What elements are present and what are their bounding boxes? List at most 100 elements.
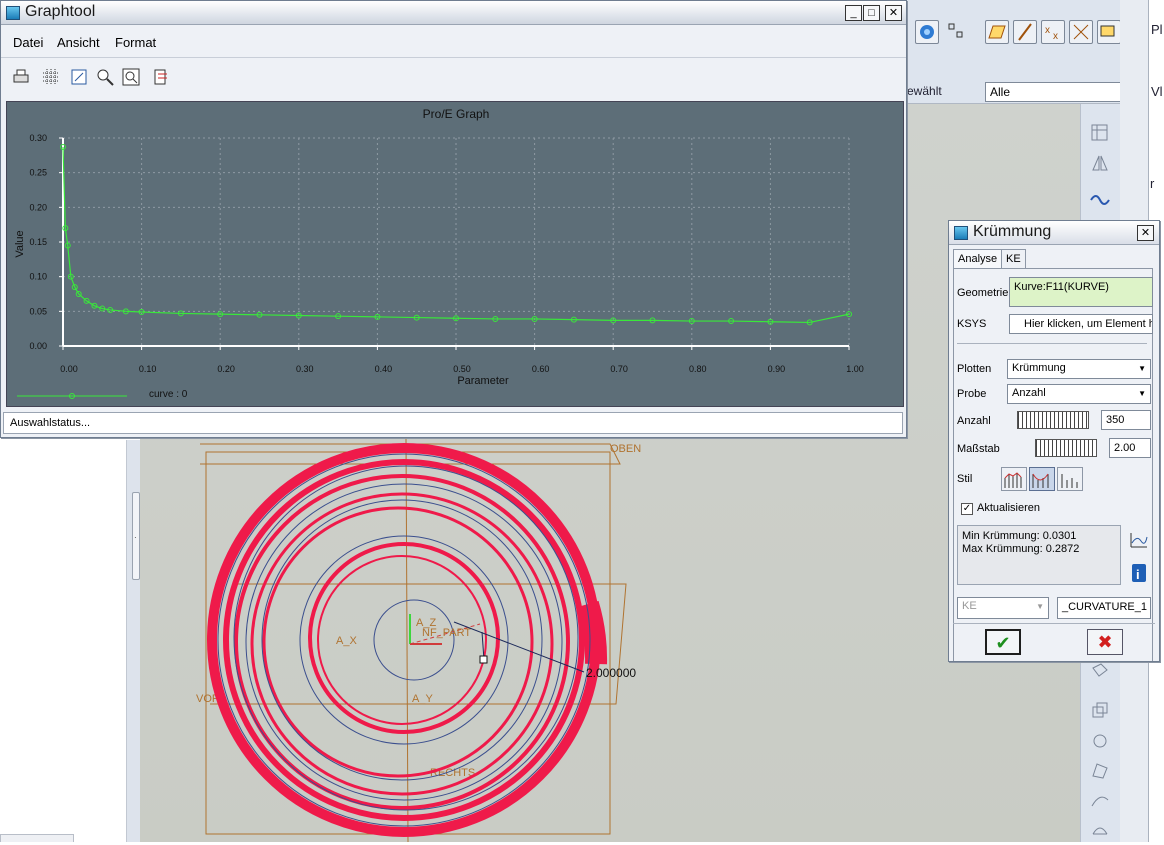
chart-title: Pro/E Graph: [423, 107, 490, 121]
close-icon: ✕: [888, 7, 899, 19]
chevron-down-icon: ▼: [1138, 389, 1146, 398]
window-app-icon: [6, 6, 20, 20]
zoom-fit-icon[interactable]: [69, 67, 89, 87]
y-tick-label: 0.30: [29, 133, 47, 143]
chart-xlabel: Parameter: [457, 375, 509, 387]
tab-ke[interactable]: KE: [1001, 249, 1026, 269]
datum-axis-icon[interactable]: [1013, 20, 1037, 44]
graphtool-window: Graphtool _ □ ✕ Datei Ansicht Format Pro…: [0, 0, 907, 438]
coordinate-system-icon[interactable]: [1069, 20, 1093, 44]
close-button[interactable]: ✕: [885, 5, 902, 21]
printer-icon[interactable]: [11, 67, 31, 87]
style-surface-button[interactable]: [1029, 467, 1055, 491]
aktualisieren-label: Aktualisieren: [977, 502, 1040, 514]
massstab-slider[interactable]: [1035, 439, 1097, 457]
graphtool-menubar: Datei Ansicht Format: [1, 26, 906, 58]
edge-label-2: Vl: [1151, 84, 1163, 99]
x-tick-label: 0.90: [768, 364, 786, 374]
filter-select[interactable]: Alle ▼: [985, 82, 1141, 102]
ok-button[interactable]: ✔: [985, 629, 1021, 655]
ksys-field[interactable]: Hier klicken, um Element hi: [1009, 314, 1153, 334]
stil-label: Stil: [957, 473, 973, 485]
dialog-app-icon: [954, 226, 968, 240]
kruemmung-dialog: Krümmung ✕ Analyse KE Geometrie Kurve:F1…: [948, 220, 1160, 662]
anzahl-input[interactable]: 350: [1101, 410, 1151, 430]
filter-select-value: Alle: [990, 85, 1011, 99]
min-curvature: Min Krümmung: 0.0301: [962, 530, 1077, 542]
boundary-icon[interactable]: [1089, 818, 1111, 840]
tab-analyse[interactable]: Analyse: [953, 249, 1003, 269]
geometrie-field[interactable]: Kurve:F11(KURVE): [1009, 277, 1153, 307]
aktualisieren-checkbox[interactable]: ✓: [961, 503, 973, 515]
y-tick-label: 0.10: [29, 272, 47, 282]
maximize-button[interactable]: □: [863, 5, 880, 21]
move-icon[interactable]: [1089, 730, 1111, 752]
style-comb-button[interactable]: [1001, 467, 1027, 491]
geometrie-label: Geometrie: [957, 287, 1009, 299]
massstab-input[interactable]: 2.00: [1109, 438, 1151, 458]
datum-plane-icon[interactable]: [985, 20, 1009, 44]
chart-grid: [63, 137, 850, 346]
spiral-curve: [217, 453, 591, 827]
cancel-button[interactable]: ✖: [1087, 629, 1123, 655]
label-a-y: A_Y: [412, 693, 433, 705]
ke-select-value: KE: [962, 600, 977, 612]
massstab-label: Maßstab: [957, 443, 1000, 455]
svg-text:x: x: [1045, 25, 1050, 36]
chevron-down-icon: ▼: [1036, 602, 1044, 611]
panel-sash-handle[interactable]: ·: [132, 492, 140, 580]
extrude-icon[interactable]: [1089, 660, 1111, 682]
globe-icon[interactable]: [915, 20, 939, 44]
maximize-icon: □: [868, 7, 875, 19]
surface-icon[interactable]: [1089, 790, 1111, 812]
y-tick-label: 0.05: [29, 306, 47, 316]
svg-text:x: x: [1053, 31, 1058, 42]
bottom-tab[interactable]: [0, 834, 74, 842]
menu-datei[interactable]: Datei: [13, 35, 43, 50]
graph-icon[interactable]: [1129, 531, 1149, 549]
drag-handle[interactable]: [479, 655, 488, 664]
dialog-titlebar[interactable]: Krümmung ✕: [949, 221, 1159, 245]
plotten-select-value: Krümmung: [1012, 362, 1066, 374]
zoom-in-icon[interactable]: [95, 67, 115, 87]
pattern-icon[interactable]: [1089, 760, 1111, 782]
copy-icon[interactable]: [1089, 700, 1111, 722]
menu-ansicht[interactable]: Ansicht: [57, 35, 100, 50]
feature-name-input[interactable]: _CURVATURE_1: [1057, 597, 1151, 619]
anzahl-label: Anzahl: [957, 415, 991, 427]
dialog-title: Krümmung: [973, 223, 1052, 240]
dialog-close-button[interactable]: ✕: [1137, 225, 1154, 241]
probe-label: Probe: [957, 388, 987, 400]
dimension-value[interactable]: 2.000000: [586, 666, 636, 680]
model-tree-panel: [0, 440, 126, 842]
graphtool-toolbar: [1, 59, 906, 97]
anzahl-slider[interactable]: [1017, 411, 1089, 429]
annotation-icon[interactable]: [1097, 20, 1121, 44]
info-icon[interactable]: i: [1131, 563, 1147, 583]
export-icon[interactable]: [151, 67, 171, 87]
graphtool-titlebar[interactable]: Graphtool _ □ ✕: [1, 1, 906, 25]
ke-select[interactable]: KE ▼: [957, 597, 1049, 619]
edge-label-3: r: [1150, 176, 1155, 191]
ksys-label: KSYS: [957, 318, 987, 330]
probe-select[interactable]: Anzahl ▼: [1007, 384, 1151, 404]
menu-format[interactable]: Format: [115, 35, 156, 50]
tree-icon[interactable]: [945, 20, 969, 44]
zoom-window-icon[interactable]: [121, 67, 141, 87]
plotten-select[interactable]: Krümmung ▼: [1007, 359, 1151, 379]
graph-plot-area[interactable]: Pro/E Graph 0.00 0.10 0.20 0.30 0.40 0.50 0.60…: [6, 101, 904, 407]
mirror-icon[interactable]: [1089, 152, 1111, 174]
sash-dot-icon: ·: [134, 533, 137, 542]
datum-point-icon[interactable]: xx: [1041, 20, 1065, 44]
x-tick-label: 0.00: [60, 364, 78, 374]
minimize-button[interactable]: _: [845, 5, 862, 21]
y-tick-label: 0.15: [29, 237, 47, 247]
chart-ylabel: Value: [14, 230, 26, 257]
table-icon[interactable]: [1089, 122, 1111, 144]
x-tick-label: 0.20: [217, 364, 235, 374]
surface-style-icon: [1032, 473, 1049, 488]
svg-text:i: i: [1136, 567, 1140, 582]
grid-toggle-icon[interactable]: [41, 67, 61, 87]
sketch-curve-icon[interactable]: [1089, 188, 1111, 210]
style-lines-button[interactable]: [1057, 467, 1083, 491]
